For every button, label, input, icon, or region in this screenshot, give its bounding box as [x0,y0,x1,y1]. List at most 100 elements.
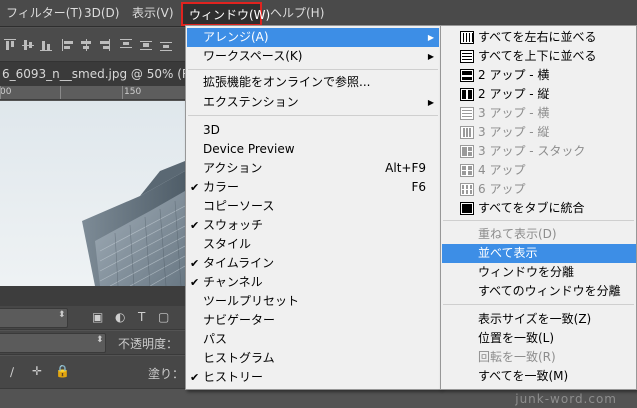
submenu-item-2up-horizontal[interactable]: 2 アップ - 横 [442,66,636,85]
menu-item-workspace[interactable]: ワークスペース(K) ▶ [187,47,439,66]
menu-item-label: 拡張機能をオンラインで参照... [203,75,371,89]
submenu-item-label: すべてのウィンドウを分離 [478,284,621,298]
submenu-arrow-icon: ▶ [427,33,434,42]
align-vcenter-icon[interactable] [22,39,34,51]
menu-view[interactable]: 表示(V) [132,0,174,27]
menu-item-actions[interactable]: アクション Alt+F9 [187,159,439,178]
menu-item-color[interactable]: ✔ カラー F6 [187,178,439,197]
ruler-tick [60,86,61,99]
submenu-item-4up[interactable]: 4 アップ [442,161,636,180]
menu-3d[interactable]: 3D(D) [84,0,119,27]
submenu-item-label: すべてをタブに統合 [478,201,585,215]
submenu-item-6up[interactable]: 6 アップ [442,180,636,199]
menu-item-swatches[interactable]: ✔ スウォッチ [187,216,439,235]
menu-item-clone-source[interactable]: コピーソース [187,197,439,216]
lock-brush-icon[interactable]: ∕ [10,365,14,379]
submenu-item-label: 位置を一致(L) [478,331,555,345]
menu-item-channels[interactable]: ✔ チャンネル [187,273,439,292]
layer-filter-row: ⬍ ▣ ◐ T ▢ [0,306,185,330]
checkmark-icon: ✔ [190,219,200,232]
panel-footer [0,389,185,408]
submenu-item-tile-all-vertically[interactable]: すべてを左右に並べる [442,28,636,47]
submenu-item-label: ウィンドウを分離 [478,265,575,279]
consolidate-tabs-icon [460,202,474,215]
submenu-item-label: 回転を一致(R) [478,350,556,364]
document-canvas[interactable] [0,101,185,286]
submenu-arrow-icon: ▶ [427,98,434,107]
submenu-item-match-all[interactable]: すべてを一致(M) [442,367,636,386]
lock-fill-row: ∕ ✛ 🔒 塗り： [0,356,185,389]
pixel-filter-icon[interactable]: ▣ [92,310,103,324]
shape-filter-icon[interactable]: ▢ [158,310,169,324]
submenu-item-3up-vertical[interactable]: 3 アップ - 縦 [442,123,636,142]
horizontal-ruler: 00 150 [0,86,185,100]
blend-mode-dropdown[interactable] [0,333,106,353]
menu-item-label: タイムライン [203,256,275,270]
menu-item-browse-extensions[interactable]: 拡張機能をオンラインで参照... [187,73,439,92]
menu-item-styles[interactable]: スタイル [187,235,439,254]
menu-bar: フィルター(T) 3D(D) 表示(V) ウィンドウ(W) ヘルプ(H) [0,0,637,27]
checkmark-icon: ✔ [190,257,200,270]
document-tab[interactable]: 6_6093_n__smed.jpg @ 50% (RGB/ [0,62,185,86]
distribute-top-icon[interactable] [120,39,132,51]
submenu-item-label: すべてを一致(M) [478,369,569,383]
lock-all-icon[interactable]: 🔒 [55,364,70,378]
submenu-item-match-zoom[interactable]: 表示サイズを一致(Z) [442,310,636,329]
adjustment-filter-icon[interactable]: ◐ [115,310,125,324]
menu-item-device-preview[interactable]: Device Preview [187,140,439,159]
ruler-tick [122,86,123,99]
distribute-vcenter-icon[interactable] [140,39,152,51]
menu-item-navigator[interactable]: ナビゲーター [187,311,439,330]
menu-separator [443,304,634,305]
submenu-item-3up-stacked[interactable]: 3 アップ - スタック [442,142,636,161]
dropdown-arrow-icon: ⬍ [58,310,66,320]
two-up-horizontal-icon [460,69,474,82]
submenu-item-3up-horizontal[interactable]: 3 アップ - 横 [442,104,636,123]
distribute-bottom-icon[interactable] [160,39,172,51]
menu-separator [443,220,634,221]
menu-item-label: ヒストグラム [203,351,275,365]
menu-item-label: ヒストリー [203,370,264,384]
submenu-item-label: 並べて表示 [478,246,538,260]
align-top-icon[interactable] [4,39,16,51]
menu-item-tool-presets[interactable]: ツールプリセット [187,292,439,311]
submenu-arrow-icon: ▶ [427,52,434,61]
align-bottom-icon[interactable] [40,39,52,51]
three-up-horizontal-icon [460,107,474,120]
align-left-icon[interactable] [62,39,74,51]
menu-help[interactable]: ヘルプ(H) [270,0,324,27]
menu-window[interactable]: ウィンドウ(W) [181,2,270,26]
submenu-item-tile[interactable]: 並べて表示 [442,244,636,263]
menu-item-label: パス [203,332,228,346]
submenu-item-cascade[interactable]: 重ねて表示(D) [442,225,636,244]
submenu-item-match-location[interactable]: 位置を一致(L) [442,329,636,348]
menu-item-label: スウォッチ [203,218,264,232]
menu-filter[interactable]: フィルター(T) [6,0,82,27]
submenu-item-match-rotation[interactable]: 回転を一致(R) [442,348,636,367]
menu-item-paths[interactable]: パス [187,330,439,349]
arrange-submenu: すべてを左右に並べる すべてを上下に並べる 2 アップ - 横 2 アップ - … [440,25,637,390]
submenu-item-consolidate-tabs[interactable]: すべてをタブに統合 [442,199,636,218]
align-hcenter-icon[interactable] [80,39,92,51]
submenu-item-float-in-window[interactable]: ウィンドウを分離 [442,263,636,282]
submenu-item-2up-vertical[interactable]: 2 アップ - 縦 [442,85,636,104]
align-right-icon[interactable] [98,39,110,51]
menu-item-arrange[interactable]: アレンジ(A) ▶ [187,28,439,47]
shortcut-label: Alt+F9 [385,161,426,175]
blend-opacity-row: ⬍ 不透明度： [0,331,185,355]
menu-item-3d[interactable]: 3D [187,121,439,140]
menu-item-label: ナビゲーター [203,313,276,327]
menu-item-extensions[interactable]: エクステンション ▶ [187,93,439,112]
options-bar [0,28,185,62]
submenu-item-float-all-in-windows[interactable]: すべてのウィンドウを分離 [442,282,636,301]
menu-item-histogram[interactable]: ヒストグラム [187,349,439,368]
menu-item-history[interactable]: ✔ ヒストリー [187,368,439,387]
lock-position-icon[interactable]: ✛ [32,364,42,378]
ruler-label: 150 [124,87,142,97]
type-filter-icon[interactable]: T [138,310,145,324]
menu-item-timeline[interactable]: ✔ タイムライン [187,254,439,273]
menu-item-label: カラー [203,180,240,194]
submenu-item-tile-all-horizontally[interactable]: すべてを上下に並べる [442,47,636,66]
menu-separator [188,115,438,116]
menu-separator [188,69,438,70]
